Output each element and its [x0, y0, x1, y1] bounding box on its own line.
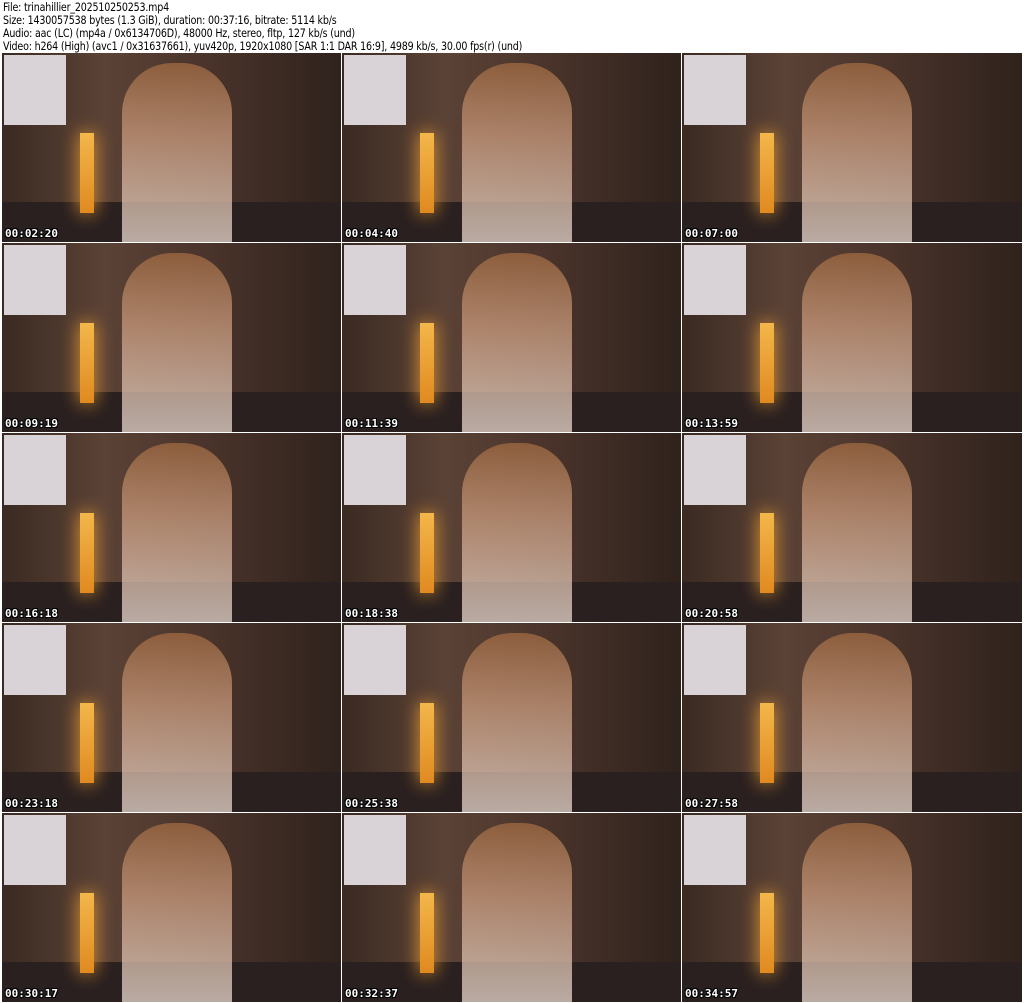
thumbnail-subject — [122, 823, 232, 1002]
timestamp: 00:07:00 — [685, 227, 738, 240]
timestamp: 00:34:57 — [685, 987, 738, 1000]
video-thumbnail: 00:07:00 — [682, 53, 1022, 242]
thumbnail-subject — [462, 443, 572, 622]
overlay-panel — [344, 815, 406, 885]
lamp — [80, 703, 94, 783]
overlay-panel — [4, 245, 66, 315]
thumbnail-subject — [122, 63, 232, 242]
timestamp: 00:20:58 — [685, 607, 738, 620]
lamp — [760, 133, 774, 213]
timestamp: 00:23:18 — [5, 797, 58, 810]
lamp — [80, 323, 94, 403]
video-thumbnail: 00:04:40 — [342, 53, 681, 242]
overlay-panel — [4, 435, 66, 505]
thumbnail-subject — [802, 633, 912, 812]
overlay-panel — [4, 55, 66, 125]
overlay-panel — [344, 435, 406, 505]
overlay-panel — [684, 815, 746, 885]
overlay-panel — [344, 55, 406, 125]
thumbnail-subject — [462, 63, 572, 242]
thumbnail-subject — [462, 253, 572, 432]
thumbnail-subject — [462, 633, 572, 812]
video-thumbnail: 00:02:20 — [2, 53, 341, 242]
thumbnail-subject — [802, 253, 912, 432]
video-thumbnail: 00:11:39 — [342, 243, 681, 432]
video-thumbnail: 00:30:17 — [2, 813, 341, 1002]
timestamp: 00:18:38 — [345, 607, 398, 620]
lamp — [420, 703, 434, 783]
lamp — [760, 703, 774, 783]
video-thumbnail: 00:23:18 — [2, 623, 341, 812]
lamp — [420, 893, 434, 973]
timestamp: 00:30:17 — [5, 987, 58, 1000]
video-thumbnail: 00:16:18 — [2, 433, 341, 622]
lamp — [760, 893, 774, 973]
lamp — [420, 133, 434, 213]
video-thumbnail: 00:34:57 — [682, 813, 1022, 1002]
lamp — [760, 513, 774, 593]
overlay-panel — [684, 625, 746, 695]
video-thumbnail: 00:18:38 — [342, 433, 681, 622]
overlay-panel — [684, 245, 746, 315]
timestamp: 00:13:59 — [685, 417, 738, 430]
overlay-panel — [344, 245, 406, 315]
overlay-panel — [4, 815, 66, 885]
timestamp: 00:16:18 — [5, 607, 58, 620]
timestamp: 00:32:37 — [345, 987, 398, 1000]
lamp — [420, 513, 434, 593]
video-thumbnail: 00:27:58 — [682, 623, 1022, 812]
thumbnail-subject — [122, 633, 232, 812]
timestamp: 00:27:58 — [685, 797, 738, 810]
timestamp: 00:04:40 — [345, 227, 398, 240]
file-info: File: trinahillier_202510250253.mp4 Size… — [3, 1, 522, 53]
overlay-panel — [684, 435, 746, 505]
timestamp: 00:25:38 — [345, 797, 398, 810]
video-info: Video: h264 (High) (avc1 / 0x31637661), … — [3, 39, 523, 53]
video-thumbnail: 00:13:59 — [682, 243, 1022, 432]
thumbnail-subject — [802, 63, 912, 242]
video-thumbnail: 00:20:58 — [682, 433, 1022, 622]
lamp — [80, 133, 94, 213]
lamp — [420, 323, 434, 403]
timestamp: 00:11:39 — [345, 417, 398, 430]
lamp — [80, 893, 94, 973]
thumbnail-subject — [122, 253, 232, 432]
thumbnail-subject — [122, 443, 232, 622]
video-thumbnail: 00:25:38 — [342, 623, 681, 812]
timestamp: 00:02:20 — [5, 227, 58, 240]
overlay-panel — [344, 625, 406, 695]
video-thumbnail: 00:32:37 — [342, 813, 681, 1002]
video-thumbnail: 00:09:19 — [2, 243, 341, 432]
overlay-panel — [4, 625, 66, 695]
thumbnail-subject — [802, 443, 912, 622]
overlay-panel — [684, 55, 746, 125]
thumbnail-subject — [802, 823, 912, 1002]
lamp — [80, 513, 94, 593]
lamp — [760, 323, 774, 403]
thumbnail-subject — [462, 823, 572, 1002]
thumbnail-grid: 00:02:20 00:04:40 00:07:00 00:09:19 00:11:39… — [2, 53, 1022, 1002]
timestamp: 00:09:19 — [5, 417, 58, 430]
